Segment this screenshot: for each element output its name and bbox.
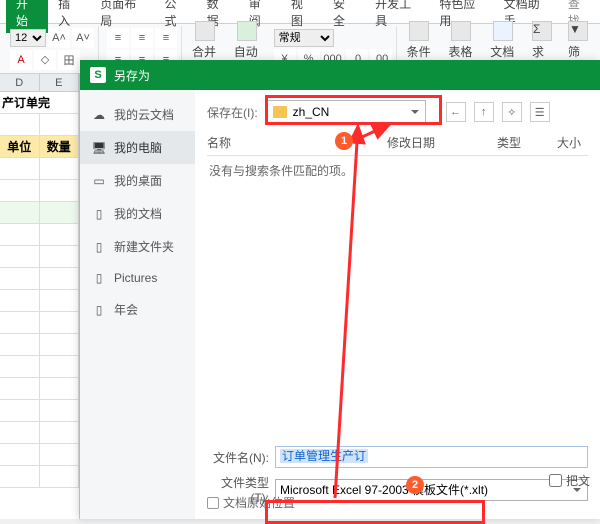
column-headers: D E	[0, 74, 79, 92]
decrease-font-icon[interactable]: A˅	[72, 28, 94, 48]
save-as-dialog: S 另存为 ☁我的云文档 🖥我的电脑 ▭我的桌面 ▯我的文档 ▯新建文件夹 ▯P…	[80, 60, 600, 519]
col-d[interactable]: D	[0, 74, 40, 92]
computer-icon: 🖥	[92, 141, 106, 155]
checkbox-row[interactable]: 把文	[549, 472, 590, 489]
dialog-sidebar: ☁我的云文档 🖥我的电脑 ▭我的桌面 ▯我的文档 ▯新建文件夹 ▯Picture…	[80, 90, 195, 519]
origin-location[interactable]: 文档原始位置	[207, 494, 295, 511]
view-icon[interactable]: ☰	[530, 102, 550, 122]
spreadsheet-grid[interactable]: D E 产订单完 单位数量	[0, 74, 80, 519]
desktop-icon: ▭	[92, 174, 106, 188]
app-logo-icon: S	[90, 67, 106, 83]
sidebar-item-newfolder[interactable]: ▯新建文件夹	[80, 230, 195, 263]
folder-icon	[273, 106, 287, 118]
dialog-title-bar: S 另存为	[80, 60, 600, 90]
col-type[interactable]: 类型	[497, 134, 557, 151]
lock-icon	[207, 497, 219, 509]
number-format-select[interactable]: 常规	[274, 29, 334, 47]
up-icon[interactable]: ↑	[474, 102, 494, 122]
sidebar-item-documents[interactable]: ▯我的文档	[80, 197, 195, 230]
border-icon[interactable]: 田	[58, 50, 80, 70]
dialog-title: 另存为	[114, 67, 150, 84]
file-list-header: 名称 修改日期 类型 大小	[207, 130, 588, 156]
hdr-qty: 数量	[40, 136, 80, 157]
sidebar-item-annual[interactable]: ▯年会	[80, 293, 195, 326]
filetype-select[interactable]: Microsoft Excel 97-2003 模板文件(*.xlt)	[275, 479, 588, 501]
font-color-icon[interactable]: A	[10, 50, 32, 70]
sidebar-item-cloud[interactable]: ☁我的云文档	[80, 98, 195, 131]
col-date[interactable]: 修改日期	[387, 134, 497, 151]
folder-icon: ▯	[92, 240, 106, 254]
file-list[interactable]: 没有与搜索条件匹配的项。	[207, 156, 588, 434]
increase-font-icon[interactable]: A˄	[48, 28, 70, 48]
col-name[interactable]: 名称	[207, 134, 387, 151]
hdr-unit: 单位	[0, 136, 40, 157]
cloud-icon: ☁	[92, 108, 106, 122]
filename-input[interactable]: 订单管理生产订	[275, 446, 588, 468]
folder-icon: ▯	[92, 271, 106, 285]
align-top-icon[interactable]: ≡	[107, 28, 129, 48]
checkbox[interactable]	[549, 474, 562, 487]
sidebar-item-pictures[interactable]: ▯Pictures	[80, 263, 195, 293]
dialog-main: 保存在(I): zh_CN ← ↑ ✧ ☰ 名称 修改日期 类型 大小	[195, 90, 600, 519]
sidebar-item-computer[interactable]: 🖥我的电脑	[80, 131, 195, 164]
sheet-title: 产订单完	[0, 92, 79, 113]
folder-icon: ▯	[92, 303, 106, 317]
filename-label: 文件名(N):	[207, 449, 269, 466]
col-size[interactable]: 大小	[557, 134, 588, 151]
folder-name: zh_CN	[293, 105, 330, 119]
folder-icon: ▯	[92, 207, 106, 221]
align-mid-icon[interactable]: ≡	[131, 28, 153, 48]
col-e[interactable]: E	[40, 74, 80, 92]
folder-select[interactable]: zh_CN	[266, 100, 426, 124]
back-icon[interactable]: ←	[446, 102, 466, 122]
empty-message: 没有与搜索条件匹配的项。	[207, 156, 588, 185]
newfolder-icon[interactable]: ✧	[502, 102, 522, 122]
font-size-select[interactable]: 12	[10, 29, 46, 47]
save-in-label: 保存在(I):	[207, 104, 258, 121]
sidebar-item-desktop[interactable]: ▭我的桌面	[80, 164, 195, 197]
align-bot-icon[interactable]: ≡	[155, 28, 177, 48]
fill-color-icon[interactable]: ◇	[34, 50, 56, 70]
